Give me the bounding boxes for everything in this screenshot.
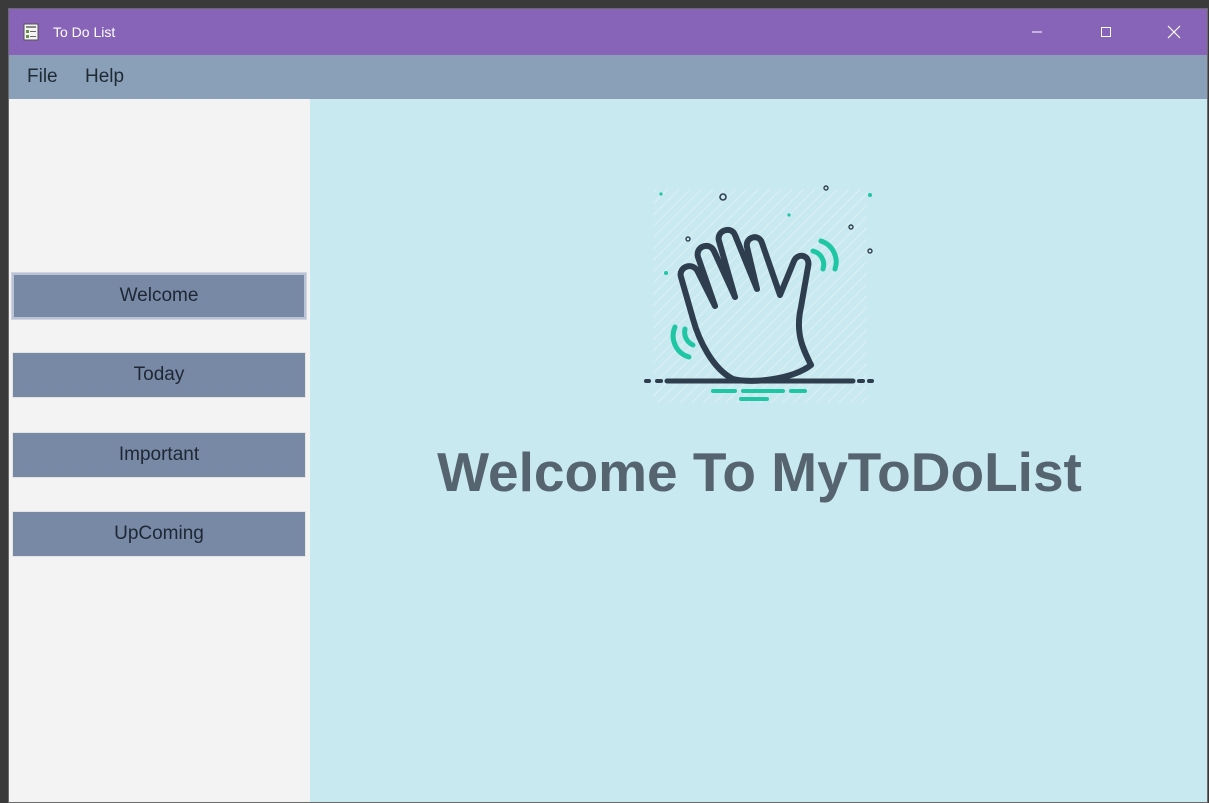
main-content: Welcome To MyToDoList: [310, 99, 1207, 802]
app-icon: [23, 23, 39, 41]
waving-hand-icon: [644, 185, 874, 403]
menu-help[interactable]: Help: [85, 66, 124, 88]
sidebar-item-today[interactable]: Today: [12, 352, 306, 398]
maximize-button[interactable]: [1083, 9, 1129, 55]
welcome-heading: Welcome To MyToDoList: [437, 441, 1082, 503]
app-window: To Do List File Help Welcome Today Impor…: [8, 8, 1208, 803]
title-bar[interactable]: To Do List: [9, 9, 1207, 55]
close-icon: [1167, 25, 1181, 39]
window-title: To Do List: [53, 24, 116, 40]
sidebar-item-important[interactable]: Important: [12, 432, 306, 478]
menu-file[interactable]: File: [27, 66, 58, 88]
close-button[interactable]: [1151, 9, 1197, 55]
maximize-icon: [1101, 27, 1111, 37]
sidebar: Welcome Today Important UpComing: [9, 99, 310, 802]
sidebar-item-upcoming[interactable]: UpComing: [12, 511, 306, 557]
minimize-icon: [1032, 31, 1042, 33]
menu-bar: File Help: [9, 55, 1207, 99]
minimize-button[interactable]: [1014, 9, 1060, 55]
sidebar-item-welcome[interactable]: Welcome: [12, 273, 306, 319]
